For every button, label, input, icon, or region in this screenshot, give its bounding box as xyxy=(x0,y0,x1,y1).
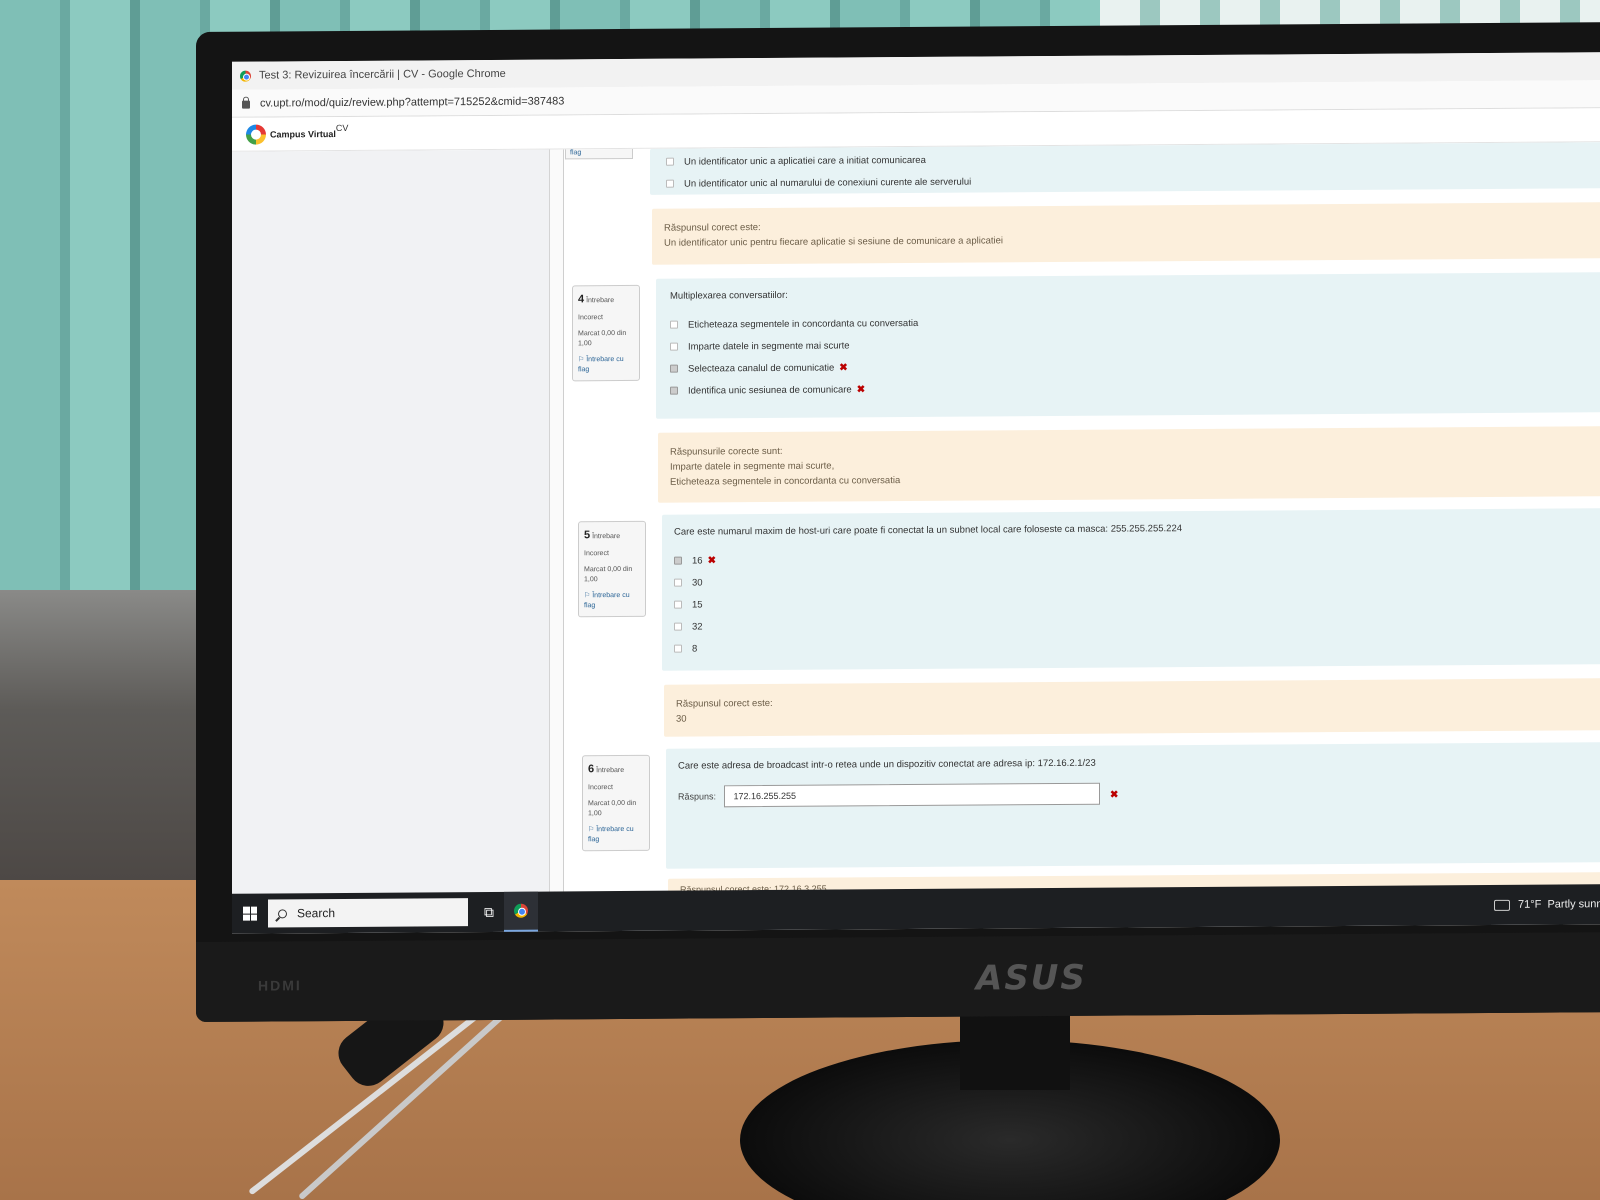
taskbar-chrome-button[interactable] xyxy=(504,891,538,932)
page-body: flag Un identificator unic a aplicatiei … xyxy=(232,142,1600,919)
campus-virtual-logo-icon[interactable] xyxy=(246,124,266,145)
monitor: HDMI ASUS Test 3: Revizuirea încercării … xyxy=(196,22,1600,1023)
q4-option-label: Eticheteaza segmentele in concordanta cu… xyxy=(688,317,919,331)
q4-options-list: Eticheteaza segmentele in concordanta cu… xyxy=(670,307,1600,402)
checkbox[interactable] xyxy=(674,578,682,587)
incorrect-icon: ✖ xyxy=(839,361,848,374)
url-text[interactable]: cv.upt.ro/mod/quiz/review.php?attempt=71… xyxy=(260,95,564,109)
checkbox[interactable] xyxy=(674,622,682,631)
monitor-bezel-bottom: HDMI ASUS xyxy=(196,932,1600,1022)
q5-option-label: 15 xyxy=(692,598,703,611)
taskbar: Search ⧉ 71°F Partly sunny xyxy=(232,884,1600,934)
q4-word: Întrebare xyxy=(586,297,615,305)
site-logo-text[interactable]: Campus Virtual xyxy=(270,129,336,139)
checkbox[interactable] xyxy=(670,364,678,373)
search-icon xyxy=(278,908,287,918)
task-view-icon[interactable]: ⧉ xyxy=(474,892,504,932)
hdmi-logo: HDMI xyxy=(258,977,302,994)
q4-flag-label[interactable]: Întrebare cu flag xyxy=(578,356,624,373)
q4-question-panel: Multiplexarea conversatiilor: Eticheteaz… xyxy=(656,272,1600,419)
q3-option-label: Un identificator unic a aplicatiei care … xyxy=(684,154,926,168)
q4-mark: Marcat 0,00 din 1,00 xyxy=(578,330,627,348)
q5-option-label: 30 xyxy=(692,576,703,589)
q6-answer-row: Răspuns: 172.16.255.255 ✖ xyxy=(678,779,1600,808)
q3-option-label: Un identificator unic al numarului de co… xyxy=(684,176,972,190)
q5-question-panel: Care este numarul maxim de host-uri care… xyxy=(662,508,1600,671)
q5-question-text: Care este numarul maxim de host-uri care… xyxy=(674,523,1183,538)
checkbox[interactable] xyxy=(666,157,674,166)
q6-question-text: Care este adresa de broadcast intr-o ret… xyxy=(678,757,1096,772)
q5-options-list: 16 ✖ 30 15 32 8 xyxy=(674,543,1600,659)
q4-flag-link[interactable]: ⚐ Întrebare cu flag xyxy=(578,355,634,375)
q3-question-panel: Un identificator unic a aplicatiei care … xyxy=(650,142,1600,195)
q5-state: Incorect xyxy=(584,550,609,558)
q6-mark: Marcat 0,00 din 1,00 xyxy=(588,800,637,818)
q4-feedback: Răspunsurile corecte sunt: Imparte datel… xyxy=(658,426,1600,503)
q6-number: 6 xyxy=(588,763,595,776)
q4-info-box: 4 Întrebare Incorect Marcat 0,00 din 1,0… xyxy=(572,284,640,382)
checkbox[interactable] xyxy=(670,386,678,395)
q4-question-text: Multiplexarea conversatiilor: xyxy=(670,289,788,302)
window-title: Test 3: Revizuirea încercării | CV - Goo… xyxy=(259,67,506,82)
site-logo-suffix: CV xyxy=(335,122,349,133)
q6-word: Întrebare xyxy=(596,767,625,775)
q4-option-label: Selecteaza canalul de comunicatie xyxy=(688,362,835,375)
q6-flag-link[interactable]: ⚐ Întrebare cu flag xyxy=(588,825,644,845)
q5-feedback: Răspunsul corect este: 30 xyxy=(664,678,1600,737)
checkbox[interactable] xyxy=(674,600,682,609)
incorrect-icon: ✖ xyxy=(707,554,716,566)
q5-word: Întrebare xyxy=(592,533,621,541)
left-sidebar xyxy=(232,149,550,894)
q3-flag-stub[interactable]: flag xyxy=(565,148,633,160)
q6-state: Incorect xyxy=(588,784,613,792)
chrome-icon xyxy=(514,903,528,918)
q6-answer-label: Răspuns: xyxy=(678,791,717,802)
lock-icon[interactable] xyxy=(242,100,250,109)
checkbox[interactable] xyxy=(674,644,682,653)
incorrect-icon: ✖ xyxy=(856,383,866,395)
asus-logo: ASUS xyxy=(976,957,1087,999)
q5-option-label: 32 xyxy=(692,620,703,633)
q6-question-panel: Care este adresa de broadcast intr-o ret… xyxy=(666,742,1600,869)
checkbox[interactable] xyxy=(670,320,678,329)
chrome-icon xyxy=(240,70,251,82)
q3-feedback: Răspunsul corect este: Un identificator … xyxy=(652,202,1600,265)
q4-state: Incorect xyxy=(578,314,603,322)
monitor-stand-neck xyxy=(960,1010,1070,1090)
checkbox[interactable] xyxy=(666,179,674,188)
q4-option-label: Imparte datele in segmente mai scurte xyxy=(688,339,850,353)
q5-info-box: 5 Întrebare Incorect Marcat 0,00 din 1,0… xyxy=(578,520,646,618)
start-button[interactable] xyxy=(232,893,268,933)
incorrect-icon: ✖ xyxy=(1109,789,1119,801)
q6-flag-label[interactable]: Întrebare cu flag xyxy=(588,826,634,843)
checkbox[interactable] xyxy=(670,342,678,351)
q5-option-label: 8 xyxy=(692,643,698,655)
weather-temp: 71°F xyxy=(1517,898,1542,911)
q5-flag-link[interactable]: ⚐ Întrebare cu flag xyxy=(584,591,640,611)
windows-icon xyxy=(243,906,257,921)
q6-info-box: 6 Întrebare Incorect Marcat 0,00 din 1,0… xyxy=(582,754,650,852)
taskbar-search[interactable]: Search xyxy=(268,898,468,928)
taskbar-search-label[interactable]: Search xyxy=(297,906,335,920)
screen: Test 3: Revizuirea încercării | CV - Goo… xyxy=(232,52,1600,934)
q4-option-label: Identifica unic sesiunea de comunicare xyxy=(688,383,852,397)
q5-number: 5 xyxy=(584,529,591,542)
weather-widget[interactable]: 71°F Partly sunny xyxy=(1493,884,1600,925)
checkbox[interactable] xyxy=(674,556,682,565)
weather-desc: Partly sunny xyxy=(1547,898,1600,911)
sidebar-divider xyxy=(550,149,564,892)
q6-answer-input[interactable]: 172.16.255.255 xyxy=(724,782,1101,808)
weather-icon xyxy=(1493,899,1510,911)
q5-flag-label[interactable]: Întrebare cu flag xyxy=(584,592,630,609)
q4-number: 4 xyxy=(578,293,585,306)
q5-option-label: 16 xyxy=(692,554,703,567)
q5-mark: Marcat 0,00 din 1,00 xyxy=(584,566,633,584)
